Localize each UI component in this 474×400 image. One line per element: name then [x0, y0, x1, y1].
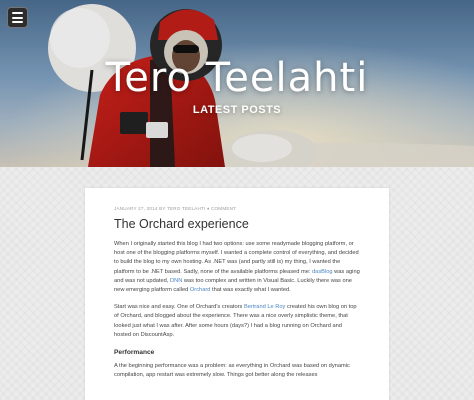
hero-banner: Tero Teelahti LATEST POSTS	[0, 0, 474, 167]
paragraph-text: that was exactly what I wanted.	[210, 287, 291, 294]
meta-separator-icon: ♦	[206, 206, 210, 211]
post-meta-by: BY	[159, 206, 166, 211]
post-date-link[interactable]: JANUARY 27, 2014	[114, 206, 158, 211]
orchard-link[interactable]: Orchard	[190, 287, 211, 293]
site-subtitle: LATEST POSTS	[192, 104, 282, 116]
post-paragraph: A the beginning performance was a proble…	[114, 363, 350, 379]
post-paragraph: Start was nice and easy. One of Orchard'…	[114, 303, 360, 340]
post-paragraph: When I originally started this blog I ha…	[114, 240, 360, 295]
hamburger-menu-icon[interactable]	[7, 7, 28, 28]
post-title[interactable]: The Orchard experience	[114, 217, 360, 231]
dnn-link[interactable]: DNN	[170, 278, 182, 284]
post-card: JANUARY 27, 2014 BY TERO TEELAHTI ♦ COMM…	[85, 188, 389, 400]
post-meta: JANUARY 27, 2014 BY TERO TEELAHTI ♦ COMM…	[114, 206, 360, 211]
paragraph-text: Start was nice and easy. One of Orchard'…	[114, 304, 244, 311]
site-title[interactable]: Tero Teelahti	[0, 55, 474, 101]
section-heading: Performance	[114, 349, 155, 357]
post-author-link[interactable]: TERO TEELAHTI	[167, 206, 206, 211]
post-body: When I originally started this blog I ha…	[114, 240, 360, 380]
bertrand-le-roy-link[interactable]: Bertrand Le Roy	[244, 304, 285, 310]
dasblog-link[interactable]: dasBlog	[312, 269, 333, 275]
post-comment-link[interactable]: COMMENT	[211, 206, 236, 211]
